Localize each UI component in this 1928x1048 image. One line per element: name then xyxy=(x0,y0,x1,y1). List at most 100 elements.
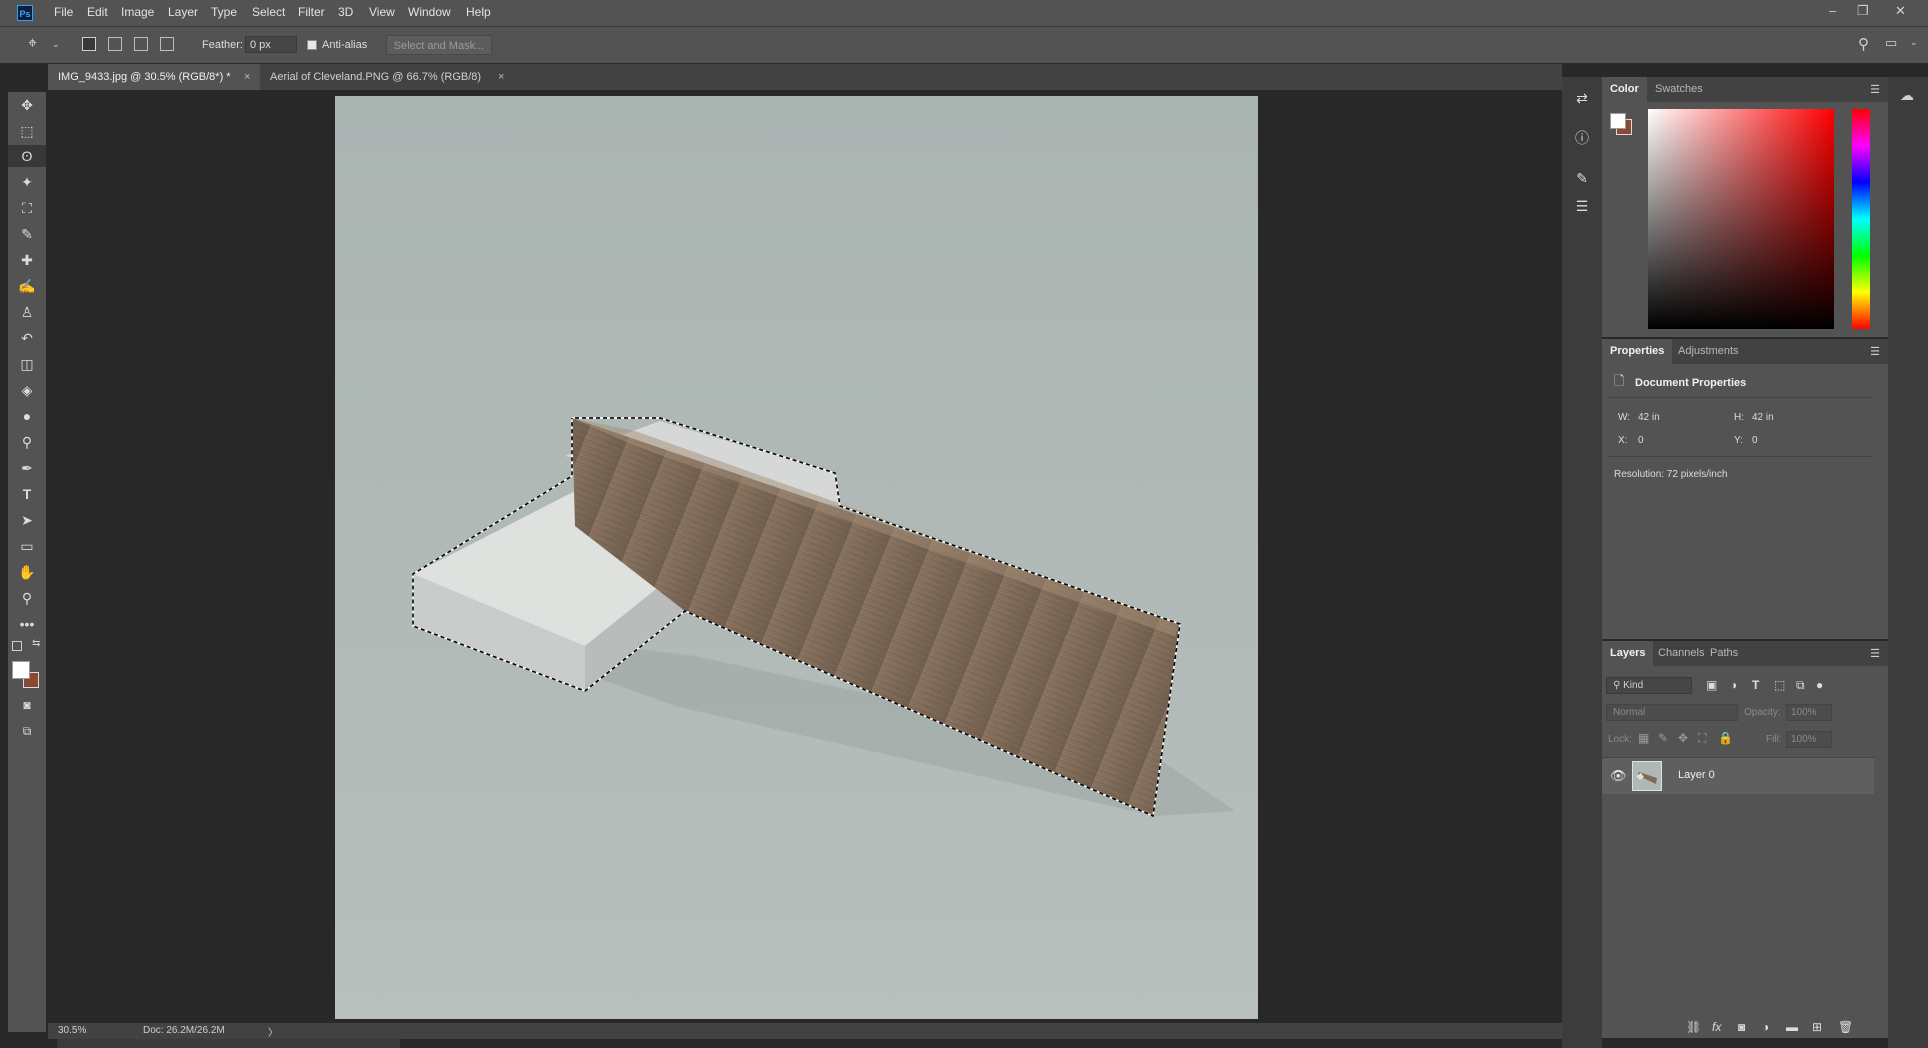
workspace-chevron-icon[interactable]: ⌄ xyxy=(1910,37,1918,48)
menu-edit[interactable]: Edit xyxy=(87,5,108,19)
width-value[interactable]: 42 in xyxy=(1638,412,1660,423)
menu-3d[interactable]: 3D xyxy=(338,5,353,19)
tab-color[interactable]: Color xyxy=(1602,77,1647,102)
eye-icon[interactable]: 👁 xyxy=(1610,768,1627,784)
dodge-tool-icon[interactable]: ⚲ xyxy=(8,431,46,453)
menu-select[interactable]: Select xyxy=(252,5,285,19)
close-tab-icon[interactable]: × xyxy=(498,64,504,90)
add-selection-button[interactable] xyxy=(108,37,122,51)
menu-file[interactable]: File xyxy=(54,5,73,19)
hand-tool-icon[interactable]: ✋ xyxy=(8,561,46,583)
pixel-filter-icon[interactable]: ▣ xyxy=(1706,678,1717,692)
path-selection-tool-icon[interactable]: ➤ xyxy=(8,509,46,531)
more-tools-icon[interactable]: ••• xyxy=(8,613,46,635)
tab-img-9433[interactable]: IMG_9433.jpg @ 30.5% (RGB/8*) * xyxy=(48,64,260,90)
restore-button[interactable]: ❐ xyxy=(1857,3,1869,19)
minimize-button[interactable]: – xyxy=(1829,3,1836,18)
marquee-tool-icon[interactable]: ⬚ xyxy=(8,120,46,142)
trash-icon[interactable]: 🗑 xyxy=(1838,1020,1853,1034)
tab-paths[interactable]: Paths xyxy=(1702,641,1746,666)
type-filter-icon[interactable]: T xyxy=(1752,678,1759,692)
crop-tool-icon[interactable]: ⛶ xyxy=(8,197,46,219)
brush-tool-icon[interactable]: ✍ xyxy=(8,275,46,297)
menu-help[interactable]: Help xyxy=(466,5,491,19)
smart-object-filter-icon[interactable]: ⧉ xyxy=(1796,678,1805,693)
menu-layer[interactable]: Layer xyxy=(168,5,198,19)
intersect-selection-button[interactable] xyxy=(160,37,174,51)
tab-adjustments[interactable]: Adjustments xyxy=(1670,339,1747,364)
default-colors-icon[interactable] xyxy=(12,641,22,651)
select-and-mask-button[interactable]: Select and Mask... xyxy=(386,35,492,55)
eyedropper-tool-icon[interactable]: ✎ xyxy=(8,223,46,245)
type-tool-icon[interactable]: T xyxy=(8,483,46,505)
new-selection-button[interactable] xyxy=(82,37,96,51)
lock-transparent-icon[interactable]: ▦ xyxy=(1638,731,1649,745)
kind-filter-dropdown[interactable]: ⚲ Kind xyxy=(1606,677,1692,694)
close-tab-icon[interactable]: × xyxy=(244,64,250,90)
blur-tool-icon[interactable]: ● xyxy=(8,405,46,427)
tab-swatches[interactable]: Swatches xyxy=(1647,77,1711,102)
link-layers-icon[interactable]: ⛓ xyxy=(1686,1020,1701,1034)
lock-artboard-icon[interactable]: ⛶ xyxy=(1698,731,1706,746)
menu-window[interactable]: Window xyxy=(408,5,451,19)
zoom-level[interactable]: 30.5% xyxy=(58,1025,86,1036)
swap-colors-icon[interactable]: ⇆ xyxy=(32,638,40,649)
status-arrow-icon[interactable]: 〉 xyxy=(268,1024,278,1039)
close-window-button[interactable]: ✕ xyxy=(1895,3,1906,19)
fx-icon[interactable]: fx xyxy=(1712,1020,1721,1034)
x-value[interactable]: 0 xyxy=(1638,435,1644,446)
fill-input[interactable]: 100% xyxy=(1786,731,1832,748)
tab-layers[interactable]: Layers xyxy=(1602,641,1654,666)
chevron-down-icon[interactable]: ⌄ xyxy=(52,39,60,50)
menu-filter[interactable]: Filter xyxy=(298,5,325,19)
workspace-icon[interactable]: ▭ xyxy=(1885,35,1897,51)
tab-properties[interactable]: Properties xyxy=(1602,339,1673,364)
menu-type[interactable]: Type xyxy=(211,5,237,19)
hamburger-icon[interactable]: ☰ xyxy=(1870,647,1880,660)
antialias-checkbox[interactable] xyxy=(307,40,317,50)
color-field[interactable] xyxy=(1648,109,1834,329)
horizontal-scrollbar[interactable] xyxy=(57,1039,400,1048)
hamburger-icon[interactable]: ☰ xyxy=(1870,345,1880,358)
y-value[interactable]: 0 xyxy=(1752,435,1758,446)
add-mask-icon[interactable]: ◙ xyxy=(1738,1020,1745,1034)
feather-input[interactable]: 0 px xyxy=(245,36,297,53)
tab-aerial-cleveland[interactable]: Aerial of Cleveland.PNG @ 66.7% (RGB/8) xyxy=(260,64,560,90)
creative-cloud-icon[interactable]: ☁ xyxy=(1900,87,1914,104)
layer-name[interactable]: Layer 0 xyxy=(1678,769,1715,781)
opacity-input[interactable]: 100% xyxy=(1786,704,1832,721)
pen-tool-icon[interactable]: ✒ xyxy=(8,457,46,479)
image-canvas[interactable] xyxy=(335,96,1258,1019)
lock-pixels-icon[interactable]: ✎ xyxy=(1658,731,1668,745)
rectangle-tool-icon[interactable]: ▭ xyxy=(8,535,46,557)
layer-row[interactable]: 👁 Layer 0 xyxy=(1602,758,1874,794)
foreground-color-swatch[interactable] xyxy=(12,661,30,679)
eraser-tool-icon[interactable]: ◫ xyxy=(8,353,46,375)
shape-filter-icon[interactable]: ⬚ xyxy=(1774,678,1785,692)
lock-position-icon[interactable]: ✥ xyxy=(1678,731,1688,745)
menu-image[interactable]: Image xyxy=(121,5,154,19)
new-adjustment-icon[interactable]: ◑ xyxy=(1762,1020,1769,1034)
foreground-color-swatch[interactable] xyxy=(1610,113,1626,129)
menu-view[interactable]: View xyxy=(369,5,395,19)
screen-mode-icon[interactable]: ⧉ xyxy=(8,720,46,742)
new-group-icon[interactable]: ▬ xyxy=(1786,1020,1798,1034)
blend-mode-dropdown[interactable]: Normal xyxy=(1606,704,1738,721)
quick-mask-icon[interactable]: ◙ xyxy=(8,694,46,716)
paint-bucket-tool-icon[interactable]: ◈ xyxy=(8,379,46,401)
lasso-tool-icon[interactable]: ʘ xyxy=(8,145,46,167)
lock-all-icon[interactable]: 🔒 xyxy=(1718,731,1733,745)
filter-toggle-icon[interactable]: ● xyxy=(1816,678,1823,692)
hue-slider[interactable] xyxy=(1852,109,1870,329)
info-icon[interactable]: ⓘ xyxy=(1570,127,1594,149)
height-value[interactable]: 42 in xyxy=(1752,412,1774,423)
new-layer-icon[interactable]: ⊞ xyxy=(1812,1020,1822,1034)
hamburger-icon[interactable]: ☰ xyxy=(1870,83,1880,96)
search-icon[interactable]: ⚲ xyxy=(1858,35,1869,53)
subtract-selection-button[interactable] xyxy=(134,37,148,51)
adjustment-filter-icon[interactable]: ◑ xyxy=(1730,678,1737,692)
healing-brush-tool-icon[interactable]: ✚ xyxy=(8,249,46,271)
magic-wand-tool-icon[interactable]: ✦ xyxy=(8,171,46,193)
polygonal-lasso-icon[interactable]: ⌖ xyxy=(28,35,37,53)
adjustment-sliders-icon[interactable]: ☰ xyxy=(1570,195,1594,217)
